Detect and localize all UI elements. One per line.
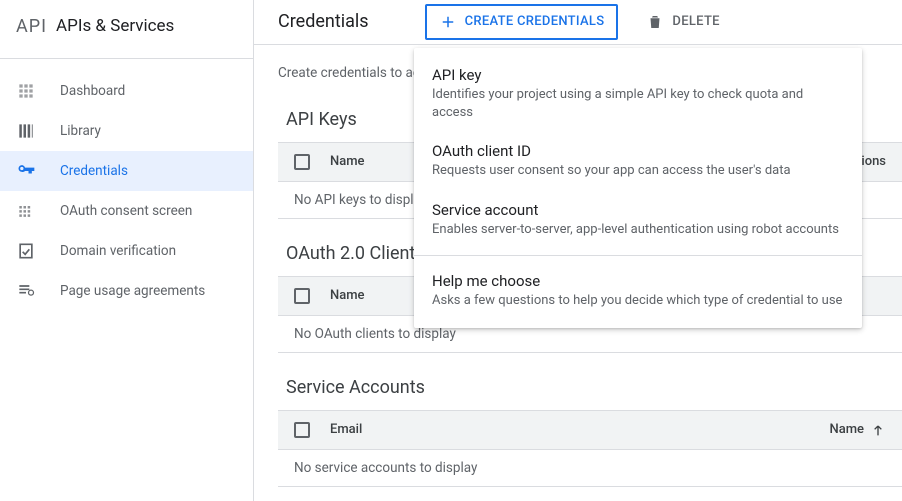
menu-item-desc: Asks a few questions to help you decide … xyxy=(432,292,844,310)
agreements-icon xyxy=(16,281,36,301)
menu-item-title: Help me choose xyxy=(432,272,844,290)
sidebar-title: APIs & Services xyxy=(56,16,174,36)
column-label: Name xyxy=(829,422,864,437)
verification-icon xyxy=(16,241,36,261)
sidebar-item-label: Library xyxy=(60,123,101,139)
sidebar-item-label: Page usage agreements xyxy=(60,283,205,299)
library-icon xyxy=(16,121,36,141)
toolbar: Credentials Create Credentials Delete xyxy=(254,0,902,45)
select-all-checkbox[interactable] xyxy=(294,288,310,304)
dashboard-icon xyxy=(16,81,36,101)
menu-item-desc: Enables server-to-server, app-level auth… xyxy=(432,221,844,239)
column-email[interactable]: Email xyxy=(330,422,530,437)
column-name[interactable]: Name xyxy=(829,422,886,438)
page-title: Credentials xyxy=(278,11,369,32)
menu-separator xyxy=(414,255,862,256)
menu-item-oauth-client[interactable]: OAuth client ID Requests user consent so… xyxy=(414,132,862,190)
delete-button[interactable]: Delete xyxy=(634,4,731,40)
sidebar: API APIs & Services Dashboard Library Cr… xyxy=(0,0,254,501)
sidebar-item-label: Domain verification xyxy=(60,243,176,259)
menu-item-title: OAuth client ID xyxy=(432,142,844,160)
sidebar-item-credentials[interactable]: Credentials xyxy=(0,151,253,191)
menu-item-help-choose[interactable]: Help me choose Asks a few questions to h… xyxy=(414,262,862,320)
sidebar-item-domain-verification[interactable]: Domain verification xyxy=(0,231,253,271)
sidebar-item-label: OAuth consent screen xyxy=(60,203,192,219)
select-all-checkbox[interactable] xyxy=(294,422,310,438)
sidebar-item-library[interactable]: Library xyxy=(0,111,253,151)
empty-state: No service accounts to display xyxy=(278,450,902,487)
sidebar-header: API APIs & Services xyxy=(0,2,253,50)
consent-icon xyxy=(16,201,36,221)
create-credentials-button[interactable]: Create Credentials xyxy=(425,4,619,40)
sidebar-item-page-usage[interactable]: Page usage agreements xyxy=(0,271,253,311)
menu-item-title: API key xyxy=(432,66,844,84)
divider xyxy=(0,58,253,59)
api-logo-icon: API xyxy=(16,16,40,37)
menu-item-service-account[interactable]: Service account Enables server-to-server… xyxy=(414,191,862,249)
arrow-up-icon xyxy=(870,422,886,438)
section-service-accounts: Service Accounts Email Name No service a… xyxy=(278,377,902,487)
delete-button-label: Delete xyxy=(672,14,719,29)
sidebar-item-oauth-consent[interactable]: OAuth consent screen xyxy=(0,191,253,231)
menu-item-desc: Identifies your project using a simple A… xyxy=(432,86,844,122)
section-title: Service Accounts xyxy=(286,377,902,398)
menu-item-desc: Requests user consent so your app can ac… xyxy=(432,162,844,180)
sidebar-item-label: Credentials xyxy=(60,163,128,179)
menu-item-api-key[interactable]: API key Identifies your project using a … xyxy=(414,56,862,132)
plus-icon xyxy=(439,13,457,31)
select-all-checkbox[interactable] xyxy=(294,154,310,170)
key-icon xyxy=(16,161,36,181)
sidebar-item-label: Dashboard xyxy=(60,83,125,99)
sidebar-item-dashboard[interactable]: Dashboard xyxy=(0,71,253,111)
create-credentials-menu: API key Identifies your project using a … xyxy=(414,48,862,328)
create-button-label: Create Credentials xyxy=(465,14,605,29)
table-header: Email Name xyxy=(278,410,902,450)
menu-item-title: Service account xyxy=(432,201,844,219)
trash-icon xyxy=(646,13,664,31)
